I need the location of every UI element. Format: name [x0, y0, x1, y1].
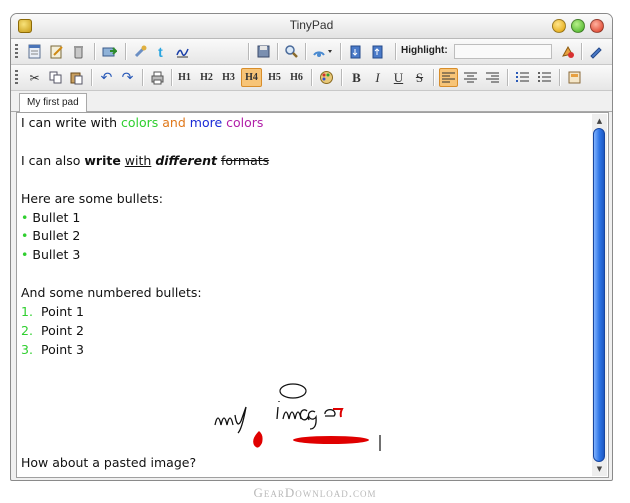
- scrollbar-thumb[interactable]: [593, 128, 605, 462]
- heading-3-button[interactable]: H3: [219, 68, 238, 87]
- format-toolbar: ✂ ↶ ↷ H1 H2 H3 H4 H5 H6 B I U S: [11, 65, 612, 91]
- open-icon[interactable]: [100, 42, 119, 61]
- title-bar: TinyPad: [11, 14, 612, 39]
- heading-2-button[interactable]: H2: [197, 68, 216, 87]
- list-item: 2. Point 2: [21, 322, 84, 338]
- numbered-list-button[interactable]: [513, 68, 532, 87]
- pasted-image: [214, 383, 381, 451]
- twitter-icon[interactable]: t: [151, 42, 170, 61]
- strikethrough-button[interactable]: S: [410, 68, 429, 87]
- cut-icon[interactable]: ✂: [25, 68, 44, 87]
- heading-5-button[interactable]: H5: [265, 68, 284, 87]
- tab-my-first-pad[interactable]: My first pad: [19, 93, 87, 112]
- underline-button[interactable]: U: [389, 68, 408, 87]
- align-right-button[interactable]: [483, 68, 502, 87]
- tab-bar: My first pad: [11, 91, 612, 112]
- redo-icon[interactable]: ↷: [118, 68, 137, 87]
- heading-4-button[interactable]: H4: [241, 68, 262, 87]
- undo-icon[interactable]: ↶: [97, 68, 116, 87]
- close-button[interactable]: [590, 19, 604, 33]
- toolbar-grip[interactable]: [15, 44, 18, 59]
- italic-button[interactable]: I: [368, 68, 387, 87]
- print-icon[interactable]: [148, 68, 167, 87]
- vertical-scrollbar[interactable]: ▲ ▼: [592, 114, 607, 476]
- broadcast-dropdown[interactable]: [310, 42, 334, 61]
- scroll-down-icon[interactable]: ▼: [594, 464, 605, 474]
- scroll-up-icon[interactable]: ▲: [594, 116, 605, 126]
- toolbar-grip[interactable]: [15, 70, 18, 85]
- align-left-button[interactable]: [439, 68, 458, 87]
- list-item: 1. Point 1: [21, 304, 84, 320]
- numbered-intro: And some numbered bullets:: [21, 285, 202, 301]
- list-item: • Bullet 1: [21, 209, 81, 225]
- align-center-button[interactable]: [461, 68, 480, 87]
- insert-image-icon[interactable]: [565, 68, 584, 87]
- search-icon[interactable]: [282, 42, 301, 61]
- minimize-button[interactable]: [552, 19, 566, 33]
- text-line: I can write with colors and more colors: [21, 115, 264, 130]
- color-palette-icon[interactable]: [317, 68, 336, 87]
- editor-area[interactable]: I can write with colors and more colors …: [16, 112, 609, 478]
- bullets-intro: Here are some bullets:: [21, 190, 163, 206]
- highlight-input[interactable]: [454, 44, 552, 59]
- maximize-button[interactable]: [571, 19, 585, 33]
- bold-button[interactable]: B: [347, 68, 366, 87]
- edit-note-icon[interactable]: [47, 42, 66, 61]
- list-item: • Bullet 2: [21, 228, 81, 244]
- list-item: 3. Point 3: [21, 341, 84, 357]
- app-window: TinyPad t Highlight: ✂ ↶ ↷ H1 H2 H3 H4 H…: [10, 13, 613, 481]
- copy-icon[interactable]: [46, 68, 65, 87]
- main-toolbar: t Highlight:: [11, 39, 612, 65]
- window-title: TinyPad: [289, 18, 334, 32]
- watermark: GearDownload.com: [253, 485, 377, 500]
- pen-icon[interactable]: [586, 42, 605, 61]
- export-icon[interactable]: [368, 42, 387, 61]
- trash-icon[interactable]: [69, 42, 88, 61]
- clear-highlight-icon[interactable]: [558, 42, 577, 61]
- heading-1-button[interactable]: H1: [175, 68, 194, 87]
- text-line: I can also write with different formats: [21, 152, 270, 168]
- save-icon[interactable]: [254, 42, 273, 61]
- signature-icon[interactable]: [173, 42, 192, 61]
- list-item: • Bullet 3: [21, 247, 81, 263]
- heading-6-button[interactable]: H6: [287, 68, 306, 87]
- highlight-label: Highlight:: [401, 45, 448, 56]
- new-note-icon[interactable]: [25, 42, 44, 61]
- paste-icon[interactable]: [67, 68, 86, 87]
- import-icon[interactable]: [346, 42, 365, 61]
- tools-icon[interactable]: [131, 42, 150, 61]
- bullet-list-button[interactable]: [535, 68, 554, 87]
